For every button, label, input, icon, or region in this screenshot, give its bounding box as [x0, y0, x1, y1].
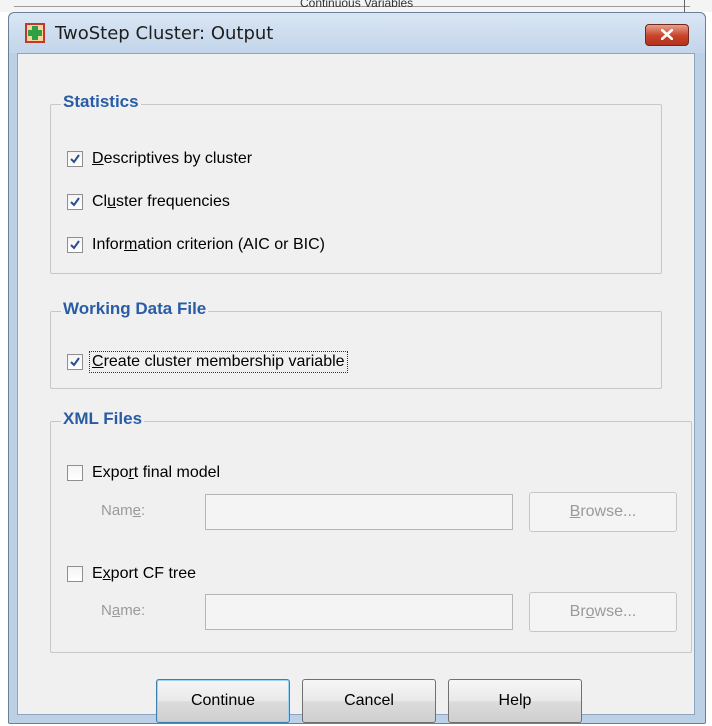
browse-final-button[interactable]: Browse...: [529, 492, 677, 532]
cf-tree-name-input[interactable]: [205, 594, 513, 630]
frequencies-label: Cluster frequencies: [92, 193, 230, 210]
information-criterion-option[interactable]: Information criterion (AIC or BIC): [67, 234, 325, 256]
create-membership-label: Create cluster membership variable: [89, 351, 348, 373]
title-bar[interactable]: TwoStep Cluster: Output: [9, 13, 705, 53]
export-cf-tree-checkbox[interactable]: [67, 566, 83, 582]
background-text: Continuous Variables: [300, 0, 414, 10]
checkmark-icon: [70, 154, 80, 164]
background-edge: [684, 0, 685, 12]
export-final-model-option[interactable]: Export final model: [67, 462, 220, 484]
name-label-cf: Name:: [101, 602, 146, 619]
spss-app-icon: [25, 23, 45, 43]
statistics-legend: Statistics: [61, 92, 141, 112]
descriptives-checkbox[interactable]: [67, 151, 83, 167]
export-cf-tree-option[interactable]: Export CF tree: [67, 563, 196, 585]
final-model-name-input[interactable]: [205, 494, 513, 530]
xml-files-legend: XML Files: [61, 409, 145, 429]
working-data-file-group: Working Data File Create cluster members…: [50, 299, 662, 389]
checkmark-icon: [70, 240, 80, 250]
export-cf-tree-label: Export CF tree: [92, 565, 197, 582]
create-membership-option[interactable]: Create cluster membership variable: [67, 351, 348, 373]
browse-cf-button[interactable]: Browse...: [529, 592, 677, 632]
continue-button[interactable]: Continue: [156, 679, 290, 723]
checkmark-icon: [70, 197, 80, 207]
frequencies-checkbox[interactable]: [67, 194, 83, 210]
twostep-output-dialog: TwoStep Cluster: Output Statistics Descr…: [8, 12, 706, 724]
information-label: Information criterion (AIC or BIC): [92, 236, 325, 253]
dialog-content: Statistics Descriptives by cluster Clust…: [17, 53, 695, 723]
close-icon: [661, 29, 673, 40]
export-final-model-label: Export final model: [92, 464, 221, 481]
working-data-legend: Working Data File: [61, 299, 209, 319]
xml-files-group: XML Files Export final model Name: Brows…: [50, 409, 692, 653]
descriptives-label: Descriptives by cluster: [92, 150, 253, 167]
checkmark-icon: [70, 357, 80, 367]
descriptives-by-cluster-option[interactable]: Descriptives by cluster: [67, 148, 252, 170]
export-final-model-checkbox[interactable]: [67, 465, 83, 481]
dialog-title: TwoStep Cluster: Output: [55, 23, 274, 44]
information-checkbox[interactable]: [67, 237, 83, 253]
background-window: Continuous Variables: [0, 0, 712, 12]
help-button[interactable]: Help: [448, 679, 582, 723]
create-membership-checkbox[interactable]: [67, 354, 83, 370]
cluster-frequencies-option[interactable]: Cluster frequencies: [67, 191, 230, 213]
close-button[interactable]: [645, 24, 689, 46]
cancel-button[interactable]: Cancel: [302, 679, 436, 723]
name-label-final: Name:: [101, 502, 146, 519]
statistics-group: Statistics Descriptives by cluster Clust…: [50, 92, 662, 274]
